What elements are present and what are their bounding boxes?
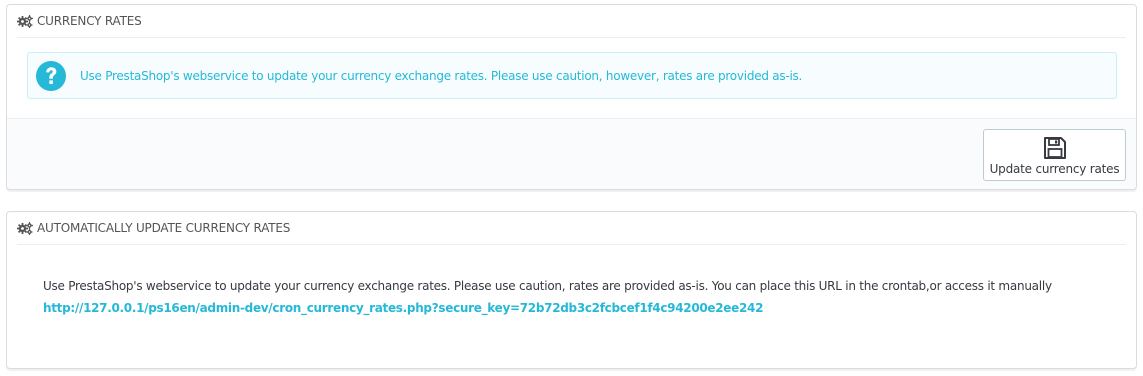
panel-title: Automatically update currency rates: [37, 221, 291, 235]
panel-footer: Update currency rates: [7, 118, 1136, 189]
question-circle-icon: [36, 60, 66, 91]
currency-rates-panel: Currency rates Use PrestaShop's webservi…: [6, 4, 1137, 190]
info-alert: Use PrestaShop's webservice to update yo…: [27, 52, 1117, 99]
cron-description: Use PrestaShop's webservice to update yo…: [43, 279, 1052, 293]
panel-heading: Currency rates: [17, 5, 1126, 38]
panel-heading: Automatically update currency rates: [17, 212, 1126, 245]
button-label: Update currency rates: [989, 162, 1120, 176]
floppy-disk-icon: [1043, 136, 1067, 160]
cogs-icon: [17, 221, 33, 235]
alert-text: Use PrestaShop's webservice to update yo…: [80, 68, 803, 83]
panel-title: Currency rates: [37, 14, 142, 28]
cron-url-link[interactable]: http://127.0.0.1/ps16en/admin-dev/cron_c…: [43, 301, 763, 315]
cogs-icon: [17, 14, 33, 28]
auto-update-panel: Automatically update currency rates Use …: [6, 211, 1137, 369]
update-currency-rates-button[interactable]: Update currency rates: [983, 129, 1126, 181]
